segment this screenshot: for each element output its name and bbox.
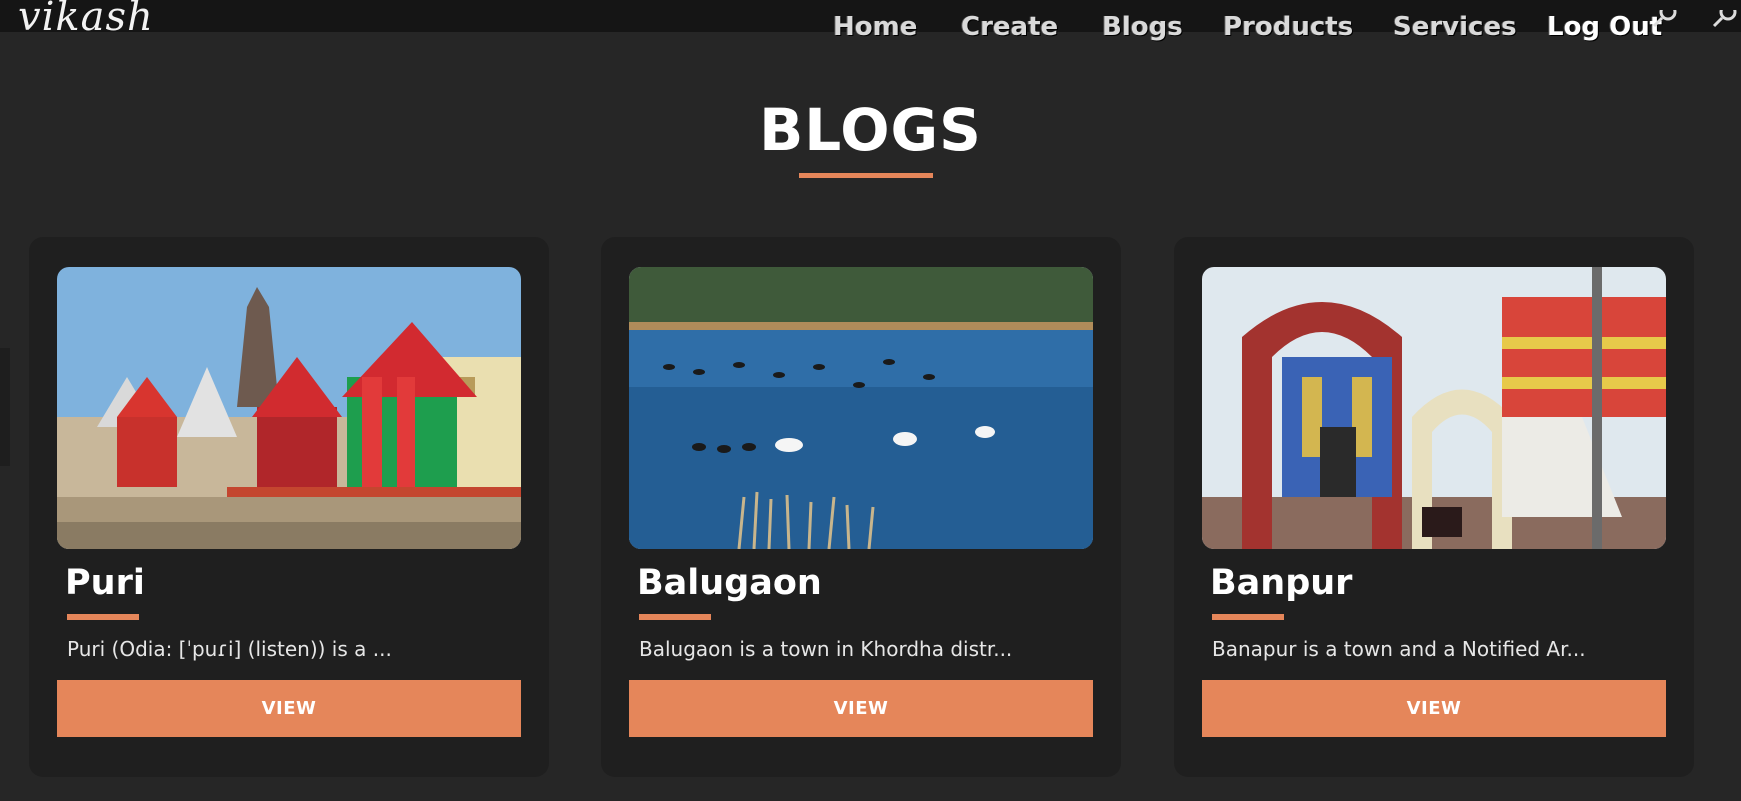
blog-image-puri — [57, 267, 521, 549]
blog-excerpt: Puri (Odia: [ˈpuɾi] (listen)) is a ... — [67, 637, 392, 661]
blog-excerpt: Banapur is a town and a Notified Ar... — [1212, 637, 1586, 661]
nav-home[interactable]: Home — [833, 12, 917, 42]
nav-create[interactable]: Create — [961, 12, 1058, 42]
title-accent-line — [1212, 614, 1284, 620]
blog-title: Balugaon — [637, 563, 822, 603]
page-title: BLOGS — [759, 96, 982, 164]
nav-log-out[interactable]: Log Out — [1547, 12, 1662, 42]
title-underline — [799, 173, 933, 178]
main-nav: Home Create Blogs Products Services Log … — [0, 3, 1741, 52]
nav-products[interactable]: Products — [1223, 12, 1353, 42]
blog-excerpt: Balugaon is a town in Khordha distr... — [639, 637, 1013, 661]
view-button[interactable]: VIEW — [57, 680, 521, 737]
blog-title: Banpur — [1210, 563, 1353, 603]
blog-card-banpur: Banpur Banapur is a town and a Notified … — [1174, 237, 1694, 777]
blog-card-puri: Puri Puri (Odia: [ˈpuɾi] (listen)) is a … — [29, 237, 549, 777]
view-button[interactable]: VIEW — [1202, 680, 1666, 737]
blog-image-balugaon — [629, 267, 1093, 549]
nav-blogs[interactable]: Blogs — [1102, 12, 1183, 42]
search-icon[interactable] — [1708, 3, 1738, 28]
blog-card-balugaon: Balugaon Balugaon is a town in Khordha d… — [601, 237, 1121, 777]
title-accent-line — [639, 614, 711, 620]
search-icon[interactable] — [1648, 3, 1678, 28]
blog-title: Puri — [65, 563, 145, 603]
title-accent-line — [67, 614, 139, 620]
side-tab[interactable] — [0, 348, 10, 466]
nav-services[interactable]: Services — [1393, 12, 1517, 42]
blog-image-banpur — [1202, 267, 1666, 549]
view-button[interactable]: VIEW — [629, 680, 1093, 737]
